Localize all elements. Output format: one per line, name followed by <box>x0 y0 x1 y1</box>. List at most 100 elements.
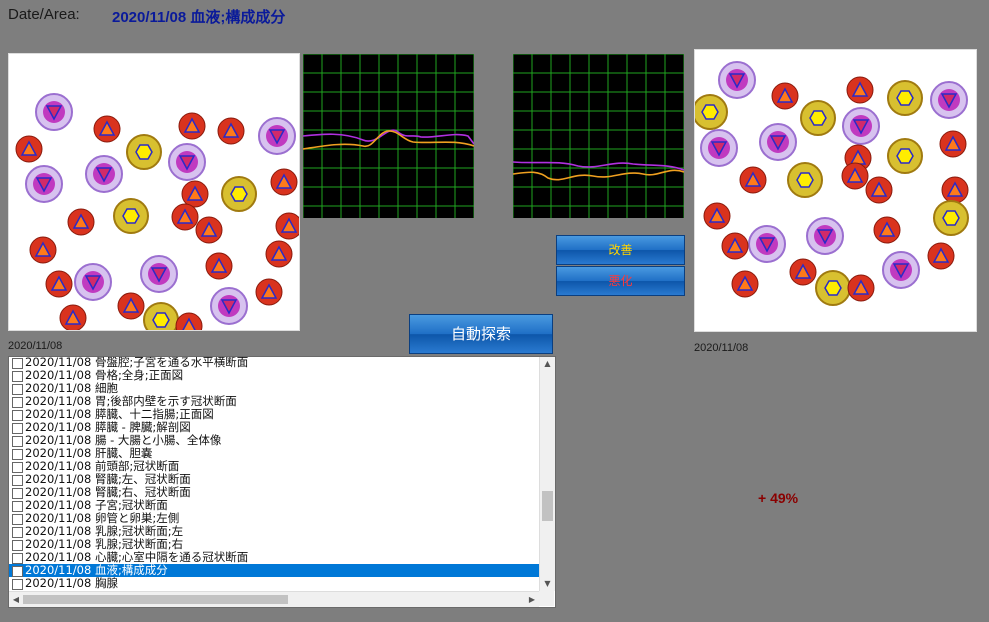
red-cell-icon <box>873 216 901 244</box>
red-cell-icon <box>847 274 875 302</box>
white-cell-icon <box>210 287 248 325</box>
improve-button[interactable]: 改善 <box>556 235 685 265</box>
list-item-checkbox[interactable] <box>12 488 23 499</box>
red-cell-icon <box>941 176 969 204</box>
right-image-date: 2020/11/08 <box>694 342 749 354</box>
red-cell-icon <box>739 166 767 194</box>
date-area-value: 2020/11/08 血液;構成成分 <box>112 9 286 26</box>
yellow-cell-icon <box>800 100 836 136</box>
red-cell-icon <box>255 278 283 306</box>
list-item-checkbox[interactable] <box>12 514 23 525</box>
red-cell-icon <box>117 292 145 320</box>
red-cell-icon <box>67 208 95 236</box>
list-item-checkbox[interactable] <box>12 410 23 421</box>
red-cell-icon <box>731 270 759 298</box>
yellow-cell-icon <box>787 162 823 198</box>
red-cell-icon <box>205 252 233 280</box>
list-item-checkbox[interactable] <box>12 371 23 382</box>
blood-cells-illustration <box>692 61 969 306</box>
list-item-checkbox[interactable] <box>12 397 23 408</box>
red-cell-icon <box>865 176 893 204</box>
list-item-checkbox[interactable] <box>12 358 23 369</box>
red-cell-icon <box>175 312 203 340</box>
scroll-down-icon[interactable]: ▼ <box>540 577 555 591</box>
red-cell-icon <box>217 117 245 145</box>
list-item-checkbox[interactable] <box>12 553 23 564</box>
date-area-label: Date/Area: <box>8 6 80 23</box>
white-cell-icon <box>25 165 63 203</box>
red-cell-icon <box>45 270 73 298</box>
horizontal-scroll-thumb[interactable] <box>23 595 288 604</box>
yellow-cell-icon <box>887 138 923 174</box>
right-waveform-graph <box>512 53 685 218</box>
list-item[interactable]: 2020/11/08 胸腺 <box>9 577 539 590</box>
vertical-scroll-thumb[interactable] <box>542 491 553 521</box>
white-cell-icon <box>700 129 738 167</box>
red-cell-icon <box>846 76 874 104</box>
red-cell-icon <box>93 115 121 143</box>
purple-waveform-line <box>512 161 685 171</box>
worsen-button[interactable]: 悪化 <box>556 266 685 296</box>
red-cell-icon <box>171 203 199 231</box>
horizontal-scrollbar[interactable]: ◀ ▶ <box>9 591 539 607</box>
white-cell-icon <box>168 143 206 181</box>
list-item-checkbox[interactable] <box>12 423 23 434</box>
list-item-checkbox[interactable] <box>12 475 23 486</box>
list-item-checkbox[interactable] <box>12 384 23 395</box>
white-cell-icon <box>930 81 968 119</box>
graph-grid <box>512 53 685 218</box>
list-item-checkbox[interactable] <box>12 436 23 447</box>
red-cell-icon <box>15 135 43 163</box>
list-item-checkbox[interactable] <box>12 540 23 551</box>
red-cell-icon <box>29 236 57 264</box>
white-cell-icon <box>718 61 756 99</box>
red-cell-icon <box>178 112 206 140</box>
orange-waveform-line <box>512 169 685 181</box>
list-item-checkbox[interactable] <box>12 462 23 473</box>
auto-search-button[interactable]: 自動探索 <box>409 314 553 354</box>
scroll-left-icon[interactable]: ◀ <box>9 592 23 607</box>
vertical-scrollbar[interactable]: ▲ ▼ <box>539 357 555 591</box>
change-percent: + 49% <box>758 490 799 506</box>
red-cell-icon <box>181 180 209 208</box>
scroll-up-icon[interactable]: ▲ <box>540 357 555 371</box>
list-item-checkbox[interactable] <box>12 566 23 577</box>
record-listbox[interactable]: 2020/11/08 骨盤腔;子宮を通る水平横断面 2020/11/08 骨格;全… <box>8 356 556 608</box>
white-cell-icon <box>140 255 178 293</box>
yellow-cell-icon <box>126 134 162 170</box>
list-item-checkbox[interactable] <box>12 527 23 538</box>
red-cell-icon <box>195 216 223 244</box>
yellow-cell-icon <box>113 198 149 234</box>
list-item-checkbox[interactable] <box>12 449 23 460</box>
yellow-cell-icon <box>887 80 923 116</box>
record-list: 2020/11/08 骨盤腔;子宮を通る水平横断面 2020/11/08 骨格;全… <box>9 357 539 591</box>
yellow-cell-icon <box>143 302 179 338</box>
left-blood-cell-image <box>8 53 303 340</box>
yellow-cell-icon <box>933 200 969 236</box>
list-item-checkbox[interactable] <box>12 501 23 512</box>
red-cell-icon <box>927 242 955 270</box>
red-cell-icon <box>721 232 749 260</box>
red-cell-icon <box>265 240 293 268</box>
white-cell-icon <box>759 123 797 161</box>
left-waveform-graph <box>302 53 475 218</box>
red-cell-icon <box>59 304 87 332</box>
blood-cells-illustration <box>15 93 303 340</box>
white-cell-icon <box>35 93 73 131</box>
red-cell-icon <box>270 168 298 196</box>
red-cell-icon <box>939 130 967 158</box>
yellow-cell-icon <box>221 176 257 212</box>
white-cell-icon <box>85 155 123 193</box>
scroll-right-icon[interactable]: ▶ <box>525 592 539 607</box>
red-cell-icon <box>789 258 817 286</box>
white-cell-icon <box>842 107 880 145</box>
graph-grid <box>302 53 475 218</box>
red-cell-icon <box>275 212 303 240</box>
white-cell-icon <box>748 225 786 263</box>
list-item-checkbox[interactable] <box>12 579 23 590</box>
white-cell-icon <box>258 117 296 155</box>
white-cell-icon <box>74 263 112 301</box>
left-waveform-svg <box>302 53 475 218</box>
left-image-date: 2020/11/08 <box>8 340 63 352</box>
right-waveform-svg <box>512 53 685 218</box>
